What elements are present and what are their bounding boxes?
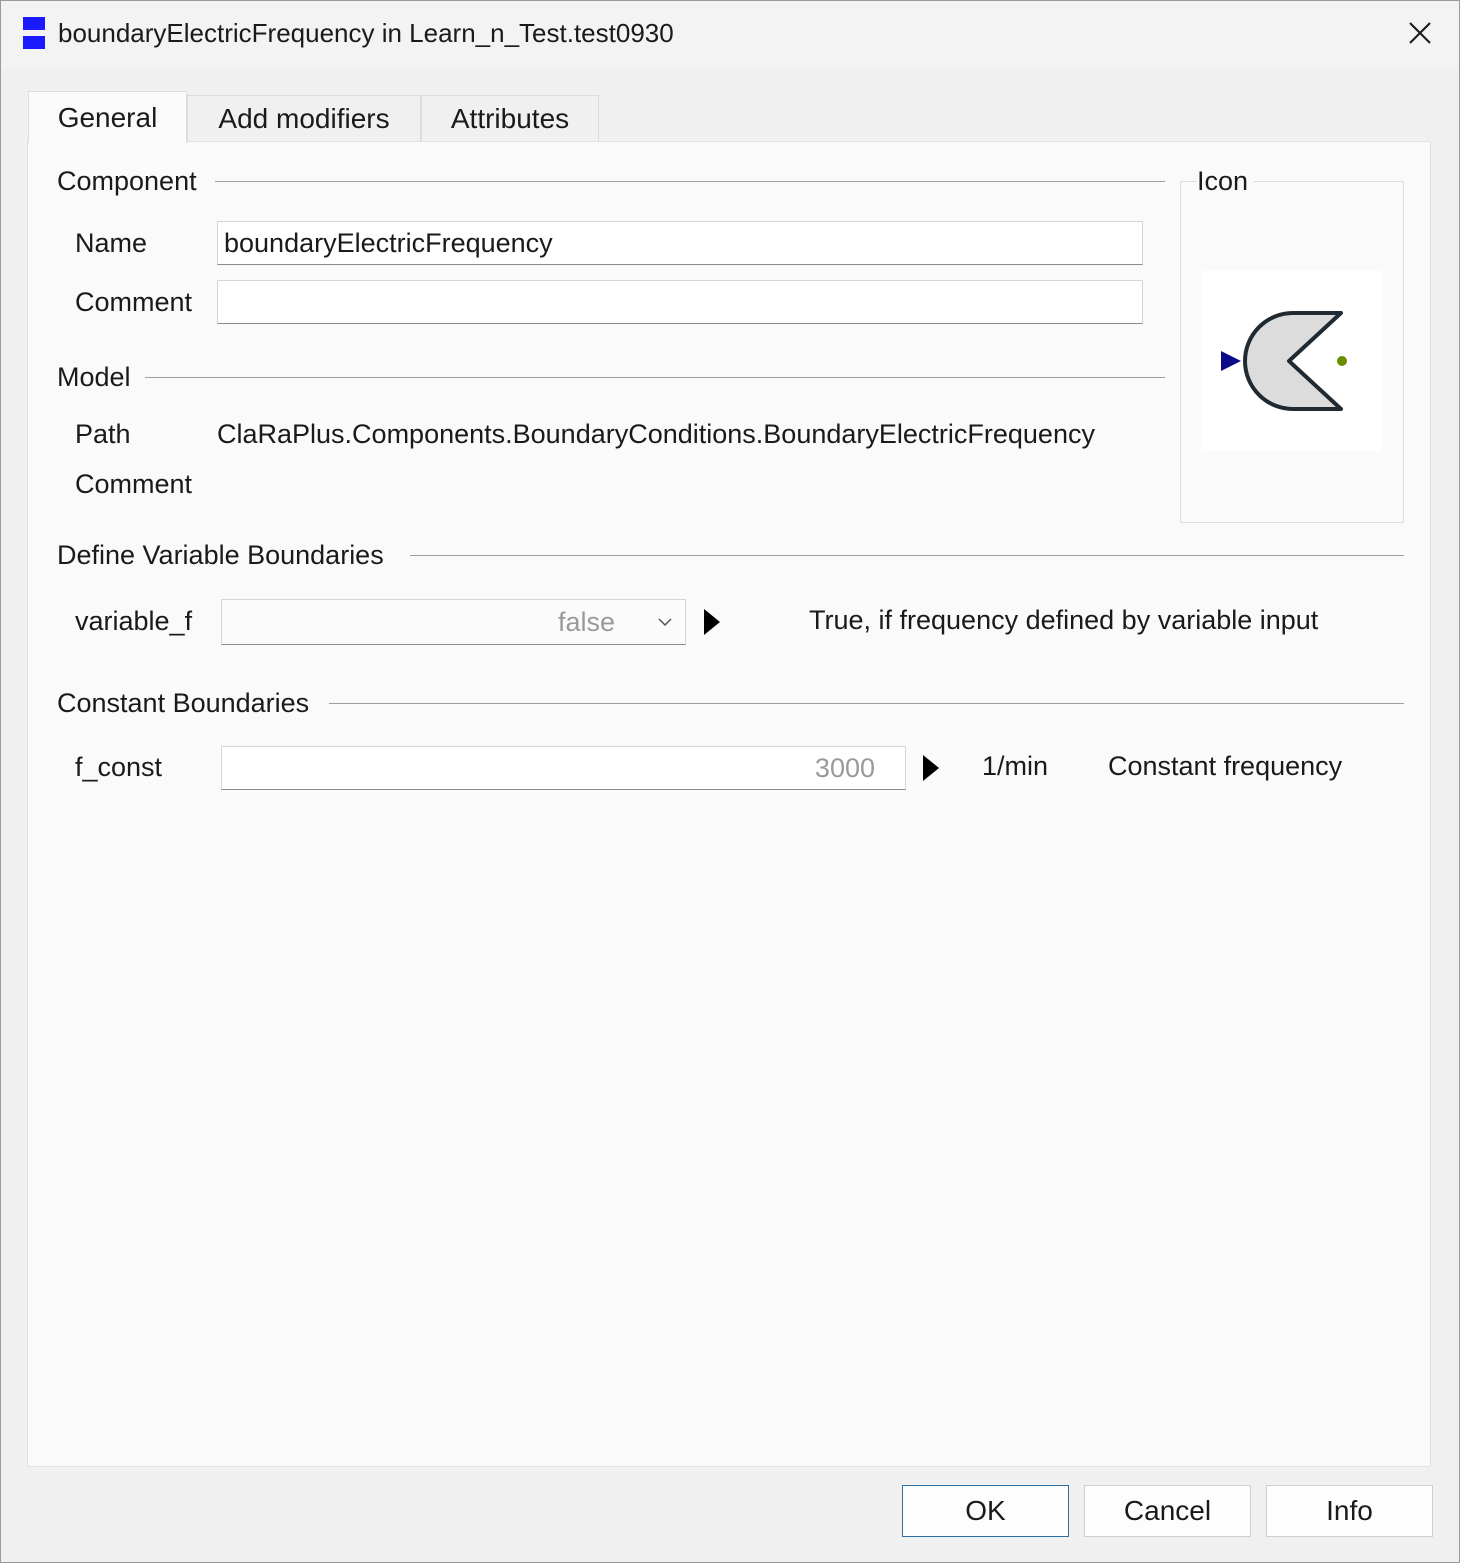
tab-general-label: General	[57, 101, 158, 133]
chevron-down-icon	[658, 618, 672, 627]
window-title: boundaryElectricFrequency in Learn_n_Tes…	[58, 18, 674, 48]
tab-general[interactable]: General	[28, 91, 187, 143]
f-const-input[interactable]: 3000	[221, 746, 906, 790]
model-comment-label: Comment	[75, 469, 193, 499]
cancel-button-label: Cancel	[1123, 1495, 1212, 1526]
variable-f-expand-arrow[interactable]	[704, 609, 720, 635]
ok-button[interactable]: OK	[902, 1485, 1069, 1537]
component-icon-canvas	[1201, 271, 1382, 451]
variable-boundaries-divider	[410, 555, 1404, 556]
f-const-description: Constant frequency	[1108, 751, 1343, 781]
dialog-window: boundaryElectricFrequency in Learn_n_Tes…	[0, 0, 1460, 1563]
component-name-input[interactable]: boundaryElectricFrequency	[217, 221, 1143, 265]
constant-boundaries-divider	[329, 703, 1404, 704]
variable-f-select[interactable]: false	[221, 599, 686, 645]
model-path-value: ClaRaPlus.Components.BoundaryConditions.…	[217, 419, 1095, 449]
ok-button-label: OK	[965, 1495, 1006, 1526]
tab-add-modifiers[interactable]: Add modifiers	[187, 95, 421, 141]
boundary-electric-frequency-icon	[1221, 311, 1347, 411]
component-name-value: boundaryElectricFrequency	[224, 227, 553, 258]
model-path-label: Path	[75, 419, 131, 449]
tab-attributes[interactable]: Attributes	[421, 95, 599, 141]
info-button-label: Info	[1326, 1495, 1373, 1526]
title-bar[interactable]: boundaryElectricFrequency in Learn_n_Tes…	[1, 1, 1459, 67]
app-icon	[23, 17, 45, 49]
f-const-expand-arrow[interactable]	[923, 755, 939, 781]
f-const-unit: 1/min	[982, 751, 1049, 781]
tab-add-modifiers-label: Add modifiers	[218, 102, 390, 134]
component-group-title: Component	[57, 166, 203, 197]
component-name-label: Name	[75, 228, 148, 258]
constant-boundaries-group-title: Constant Boundaries	[57, 688, 316, 719]
variable-f-value: false	[557, 607, 615, 637]
component-divider	[215, 181, 1165, 182]
close-icon	[1409, 22, 1431, 44]
model-divider	[145, 377, 1165, 378]
variable-f-description: True, if frequency defined by variable i…	[809, 605, 1319, 635]
cancel-button[interactable]: Cancel	[1084, 1485, 1251, 1537]
variable-boundaries-group-title: Define Variable Boundaries	[57, 540, 390, 571]
f-const-label: f_const	[75, 752, 163, 782]
variable-f-label: variable_f	[75, 606, 193, 636]
component-comment-input[interactable]	[217, 280, 1143, 324]
model-group-title: Model	[57, 362, 137, 393]
icon-group-title: Icon	[1197, 166, 1255, 197]
tab-attributes-label: Attributes	[450, 102, 570, 134]
info-button[interactable]: Info	[1266, 1485, 1433, 1537]
close-button[interactable]	[1395, 9, 1445, 57]
component-comment-label: Comment	[75, 287, 193, 317]
f-const-placeholder: 3000	[814, 752, 875, 783]
